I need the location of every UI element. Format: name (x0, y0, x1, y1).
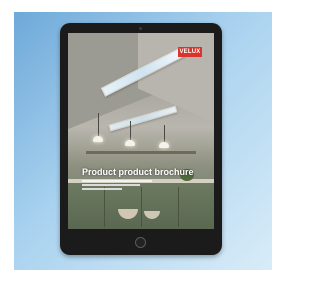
home-button[interactable] (135, 237, 146, 248)
front-camera-icon (139, 27, 142, 30)
subtitle-text-line (82, 188, 122, 190)
pendant-lamp (159, 142, 169, 148)
roof-window-small (108, 105, 178, 132)
pendant-cord (98, 113, 99, 137)
pendant-cord (164, 125, 165, 143)
subtitle-text-line (82, 180, 152, 182)
pendant-lamp (125, 140, 135, 146)
brochure-title: Product product brochure (82, 167, 194, 177)
cabinet-divider (141, 187, 142, 227)
cabinet-divider (104, 187, 105, 227)
cabinet-divider (178, 187, 179, 227)
wall-shelf (86, 151, 196, 154)
subtitle-text-line (82, 184, 140, 186)
pendant-cord (130, 121, 131, 141)
tablet-device: VELUX Product product brochure (60, 23, 222, 255)
brand-logo: VELUX (178, 47, 202, 57)
pendant-lamp (93, 136, 103, 142)
tablet-screen: VELUX Product product brochure (68, 33, 214, 229)
